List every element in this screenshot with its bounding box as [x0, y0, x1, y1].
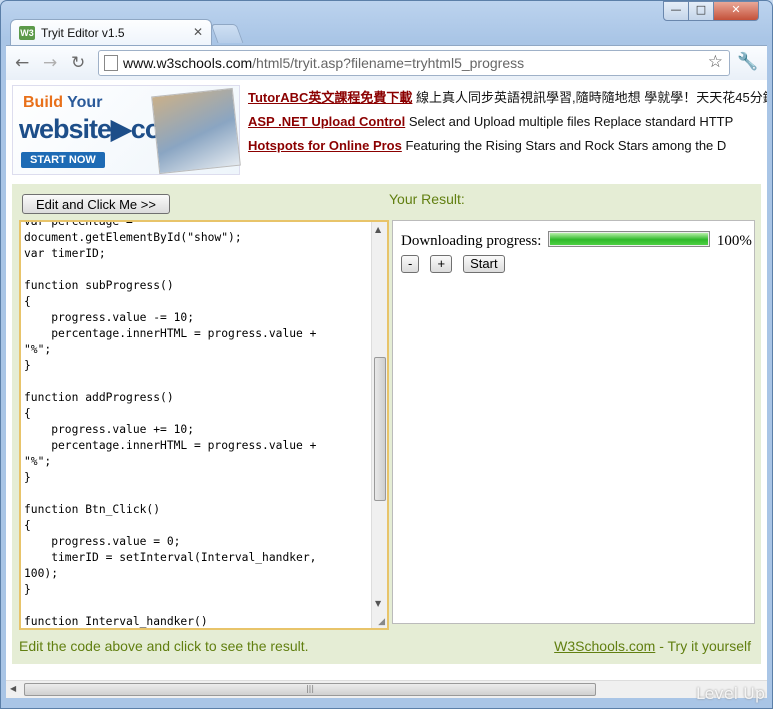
code-text[interactable]: var percentage = document.getElementById…	[24, 222, 316, 628]
url-host: www.w3schools.com	[123, 55, 253, 71]
progress-label: Downloading progress:	[401, 233, 542, 249]
progress-controls: - + Start	[401, 253, 511, 273]
ad-banner-your: Your	[67, 94, 103, 111]
maximize-button[interactable]: □	[688, 1, 714, 21]
ad-link-title[interactable]: Hotspots for Online Pros	[248, 138, 402, 153]
footer-credit: W3Schools.com - Try it yourself	[554, 638, 751, 654]
scroll-up-arrow-icon[interactable]: ▲	[375, 225, 381, 234]
forward-arrow-icon[interactable]: →	[43, 53, 57, 73]
ad-link-text: 線上真人同步英語視訊學習,隨時隨地想 學就學！天天花45分鐘,輕	[416, 90, 767, 105]
browser-toolbar: ← → ↻ www.w3schools.com/html5/tryit.asp?…	[6, 45, 767, 80]
scrollbar-thumb[interactable]	[374, 357, 386, 501]
minimize-button[interactable]: —	[663, 1, 689, 21]
ad-link-text: Featuring the Rising Stars and Rock Star…	[405, 138, 727, 153]
horizontal-scrollbar-thumb[interactable]: |||	[24, 683, 596, 696]
result-pane: Downloading progress: 100% - + Start	[392, 220, 755, 624]
ad-link-row: Hotspots for Online Pros Featuring the R…	[248, 136, 767, 160]
progress-bar	[548, 231, 711, 247]
progress-percent: 100%	[716, 233, 752, 249]
footer-suffix: - Try it yourself	[655, 638, 751, 654]
tab-title: Tryit Editor v1.5	[41, 26, 125, 40]
ad-link-text: Select and Upload multiple files Replace…	[408, 114, 734, 129]
page-content: Build Your website▶com START NOW TutorAB…	[6, 80, 767, 680]
start-button[interactable]: Start	[463, 254, 505, 273]
ad-banner-thumbnails	[151, 87, 241, 175]
url-text: www.w3schools.com/html5/tryit.asp?filena…	[123, 55, 524, 71]
ad-link-title[interactable]: TutorABC英文課程免費下載	[248, 90, 412, 105]
progress-row: Downloading progress: 100%	[401, 231, 752, 250]
star-icon[interactable]: ☆	[708, 52, 723, 72]
page-icon	[104, 55, 118, 71]
watermark: Level Up	[695, 684, 765, 703]
ad-link-title[interactable]: ASP .NET Upload Control	[248, 114, 405, 129]
ad-banner-heading: Build Your	[23, 94, 102, 112]
tab-close-icon[interactable]: ✕	[193, 25, 203, 39]
scroll-down-arrow-icon[interactable]: ▼	[375, 599, 381, 608]
back-arrow-icon[interactable]: ←	[15, 53, 29, 73]
horizontal-scrollbar[interactable]: ◀ |||	[6, 680, 767, 698]
ad-links: TutorABC英文課程免費下載 線上真人同步英語視訊學習,隨時隨地想 學就學！…	[248, 88, 767, 160]
code-editor[interactable]: var percentage = document.getElementById…	[19, 220, 389, 630]
address-bar[interactable]: www.w3schools.com/html5/tryit.asp?filena…	[98, 50, 730, 76]
reload-icon[interactable]: ↻	[71, 53, 85, 73]
url-path: /html5/tryit.asp?filename=tryhtml5_progr…	[252, 55, 525, 71]
tryit-panel: Edit and Click Me >> Your Result: var pe…	[12, 184, 761, 664]
edit-and-click-button[interactable]: Edit and Click Me >>	[22, 194, 170, 214]
ad-banner-build: Build	[23, 94, 63, 111]
footer-instructions: Edit the code above and click to see the…	[19, 638, 309, 654]
tab-tryit-editor[interactable]: W3 Tryit Editor v1.5 ✕	[10, 19, 212, 46]
w3schools-link[interactable]: W3Schools.com	[554, 638, 655, 654]
code-scrollbar[interactable]: ▲ ▼	[371, 222, 387, 628]
minus-button[interactable]: -	[401, 254, 420, 273]
result-title: Your Result:	[389, 191, 465, 207]
wrench-icon[interactable]: 🔧	[737, 52, 758, 72]
progress-fill	[550, 233, 709, 245]
close-window-button[interactable]: ✕	[713, 1, 759, 21]
w3schools-favicon-icon: W3	[19, 26, 35, 40]
ad-banner-website[interactable]: Build Your website▶com START NOW	[12, 85, 241, 175]
ad-start-now-button[interactable]: START NOW	[21, 152, 105, 168]
resize-grip-icon[interactable]: ◢	[378, 617, 385, 627]
ad-link-row: TutorABC英文課程免費下載 線上真人同步英語視訊學習,隨時隨地想 學就學！…	[248, 88, 767, 112]
scroll-left-arrow-icon[interactable]: ◀	[10, 684, 16, 693]
plus-button[interactable]: +	[430, 254, 453, 273]
ad-link-row: ASP .NET Upload Control Select and Uploa…	[248, 112, 767, 136]
